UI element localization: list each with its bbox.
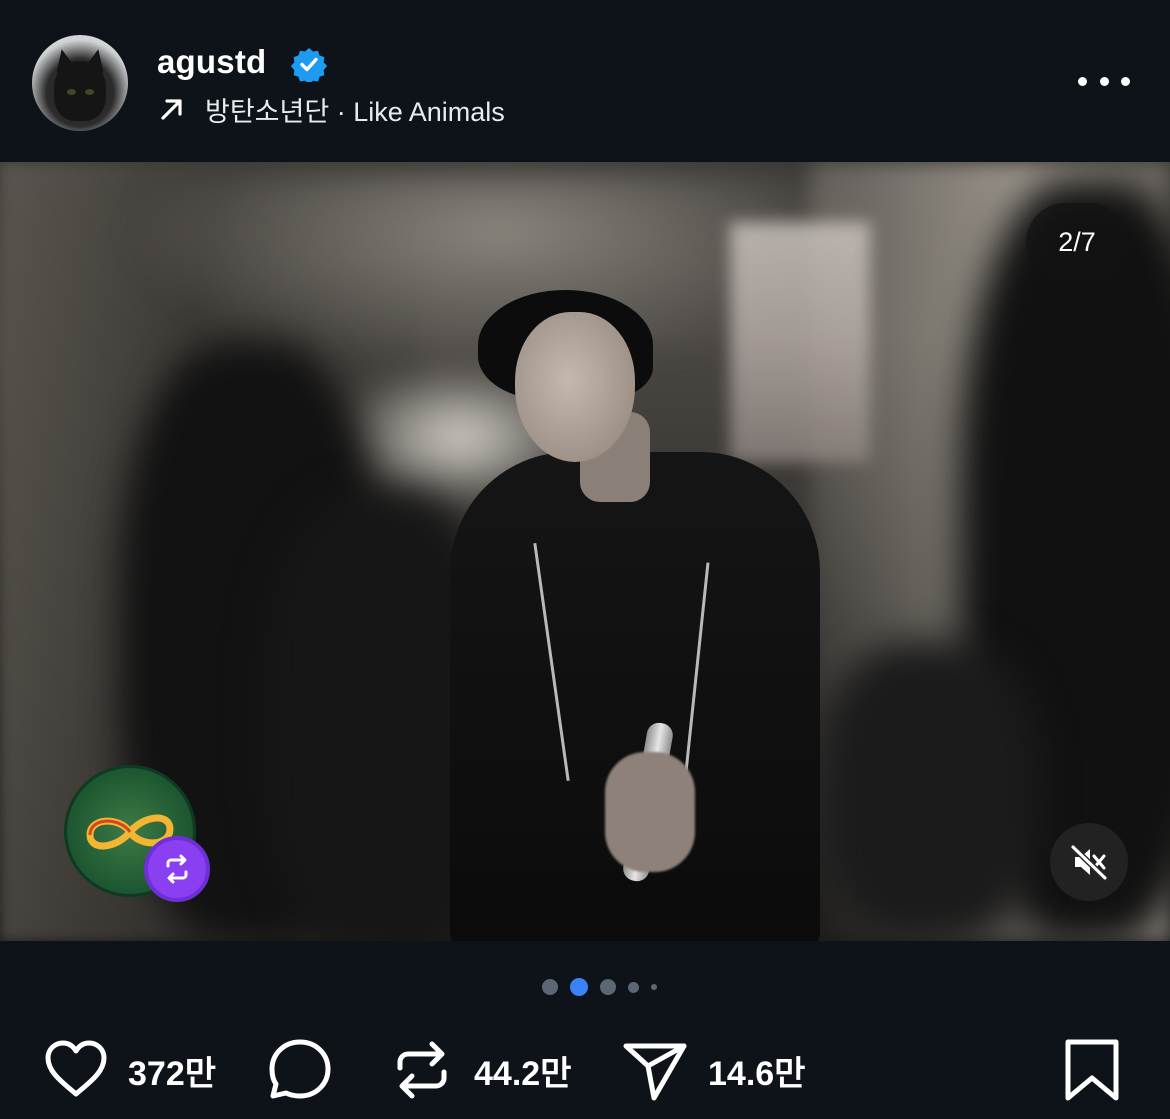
- arrow-up-right-icon: [161, 99, 182, 120]
- page-dot[interactable]: [627, 981, 639, 993]
- bookmark-button[interactable]: [1058, 1030, 1126, 1110]
- mute-button[interactable]: [1050, 823, 1128, 901]
- music-label: 방탄소년단 · Like Animals: [205, 96, 505, 127]
- verified-badge-icon: [291, 48, 327, 82]
- post-header: agustd 방탄소년단 · Like Animals: [0, 0, 1170, 162]
- page-dot[interactable]: [650, 984, 657, 990]
- blurred-figure: [820, 642, 1040, 941]
- comment-bubble-icon: [269, 1039, 331, 1099]
- volume-muted-icon: [1070, 844, 1108, 881]
- repost-count: 44.2만: [474, 1054, 572, 1093]
- page-dot[interactable]: [599, 979, 616, 995]
- username[interactable]: agustd: [157, 42, 266, 82]
- comment-button[interactable]: [266, 1030, 334, 1110]
- repost-button[interactable]: 44.2만: [388, 1030, 571, 1110]
- more-dots-icon: [1078, 76, 1087, 86]
- repost-badge: [144, 836, 210, 902]
- share-button[interactable]: 14.6만: [622, 1030, 805, 1110]
- performer-figure: [430, 282, 850, 941]
- carousel-pagination: [0, 976, 1170, 998]
- send-icon: [623, 1043, 687, 1101]
- avatar[interactable]: [32, 35, 128, 131]
- slide-counter: 2/7: [1026, 203, 1128, 281]
- share-count: 14.6만: [708, 1054, 806, 1093]
- post-photo[interactable]: 2/7: [0, 162, 1170, 941]
- bookmark-icon: [1065, 1039, 1119, 1101]
- repost-icon: [397, 1041, 447, 1099]
- page-dot-active[interactable]: [569, 978, 588, 996]
- heart-icon: [45, 1040, 107, 1097]
- more-dot: [1121, 76, 1130, 86]
- like-count: 372만: [128, 1054, 217, 1093]
- more-dot: [1099, 76, 1109, 86]
- music-link[interactable]: 방탄소년단 · Like Animals: [157, 90, 505, 128]
- repost-small-icon: [166, 854, 188, 884]
- more-options-button[interactable]: [1078, 70, 1130, 92]
- page-dot[interactable]: [541, 979, 558, 995]
- like-button[interactable]: 372만: [42, 1030, 216, 1110]
- action-bar: 372만 44.2만 14.6만: [0, 1030, 1170, 1110]
